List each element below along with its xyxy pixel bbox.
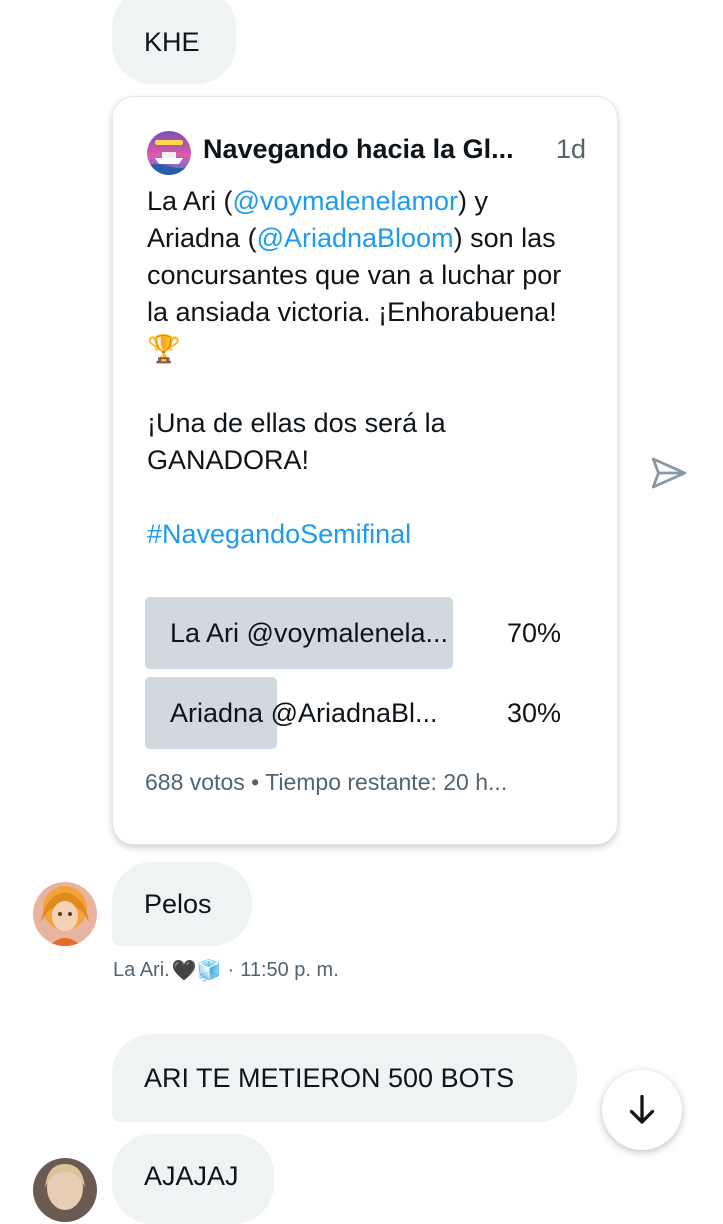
message-bubble-pelos[interactable]: Pelos [112,862,252,946]
poll-meta: 688 votos • Tiempo restante: 20 h... [145,769,508,795]
arrow-down-icon [629,1094,655,1124]
message-text: KHE [144,26,200,57]
quoted-post-card[interactable]: Navegando hacia la Gl... 1d La Ari (@voy… [112,96,618,845]
paper-plane-icon [651,457,687,489]
mention-ariadnabloom[interactable]: @AriadnaBloom [257,223,454,253]
message-text: ARI TE METIERON 500 BOTS [144,1062,515,1093]
message-bubble-ajajaj[interactable]: AJAJAJ [112,1134,274,1224]
scroll-to-bottom-button[interactable] [602,1070,682,1150]
post-text: La Ari (@voymalenelamor) y Ariadna (@Ari… [147,183,587,553]
poll-option-percent: 70% [506,618,561,648]
message-bubble-bots[interactable]: ARI TE METIERON 500 BOTS [112,1034,577,1122]
meta-separator: · [227,959,235,981]
sender-avatar[interactable] [33,1158,97,1222]
poll-option-label: Ariadna @AriadnaBl... [170,698,438,728]
trophy-emoji: 🏆 [147,334,181,364]
poll-option-percent: 30% [506,698,561,728]
share-button[interactable] [648,452,690,494]
sender-name: La Ari. [113,959,170,981]
message-time: 11:50 p. m. [240,959,339,981]
post-time: 1d [556,134,587,164]
post-text-second-paragraph: ¡Una de ellas dos será la GANADORA! [147,408,446,475]
poll-option-label: La Ari @voymalenela... [170,618,449,648]
message-text: AJAJAJ [144,1160,239,1191]
sender-emojis: 🖤🧊 [171,960,222,982]
poll-option: La Ari @voymalenela... 70% [145,597,561,669]
author-avatar [147,131,191,175]
message-meta: La Ari. 🖤🧊 · 11:50 p. m. [113,958,339,983]
message-bubble-khe[interactable]: KHE [112,0,236,84]
mention-voymalenelamor[interactable]: @voymalenelamor [233,186,459,216]
hashtag-link[interactable]: #NavegandoSemifinal [147,516,587,553]
sender-avatar[interactable] [33,882,97,946]
message-text: Pelos [144,888,212,919]
author-name[interactable]: Navegando hacia la Gl... [203,134,545,165]
poll-option: Ariadna @AriadnaBl... 30% [145,677,561,749]
